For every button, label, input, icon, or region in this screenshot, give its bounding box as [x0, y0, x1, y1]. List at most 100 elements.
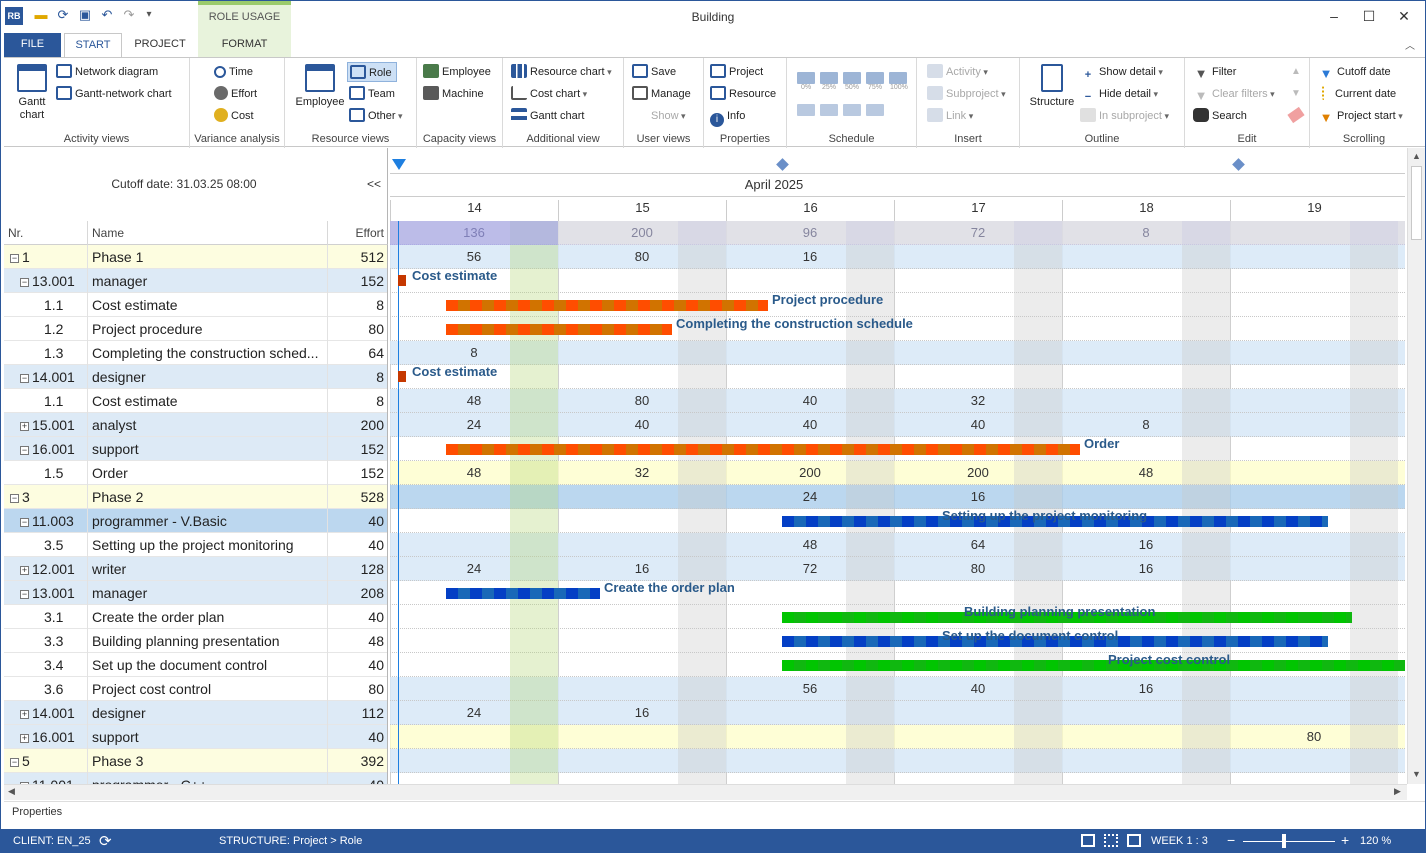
grid-row[interactable]: +16.001 support 40: [4, 725, 387, 749]
collapse-icon[interactable]: −: [10, 494, 19, 503]
column-effort[interactable]: Effort: [328, 221, 388, 245]
cost-button[interactable]: Cost: [214, 106, 254, 126]
capacity-machine-button[interactable]: Machine: [423, 84, 484, 104]
close-button[interactable]: ✕: [1389, 7, 1419, 25]
view-mode-icon[interactable]: [1081, 834, 1095, 847]
maximize-button[interactable]: ☐: [1354, 7, 1384, 25]
ribbon-collapse-icon[interactable]: ︿: [1405, 37, 1415, 52]
grid-row[interactable]: −3 Phase 2 528: [4, 485, 387, 509]
zoom-slider-track[interactable]: [1243, 841, 1335, 842]
insert-link-button[interactable]: Link: [927, 106, 973, 126]
sort-ascending-icon[interactable]: ▲: [1291, 66, 1301, 77]
progress-75-icon[interactable]: [866, 72, 884, 84]
gantt-bar[interactable]: [398, 371, 406, 382]
gantt-network-button[interactable]: Gantt-network chart: [56, 84, 172, 104]
link-tasks-icon[interactable]: [843, 104, 861, 116]
view-mode-grid-icon[interactable]: [1127, 834, 1141, 847]
grid-row[interactable]: 1.3 Completing the construction sched... 6…: [4, 341, 387, 365]
grid-row[interactable]: −11.001programmer - C++40: [4, 773, 387, 784]
cutoff-marker-icon[interactable]: [392, 159, 406, 170]
expand-icon[interactable]: +: [20, 710, 29, 719]
gantt-chart-area[interactable]: 1362009672856801684880403224404040848322…: [390, 221, 1405, 784]
collapse-icon[interactable]: −: [10, 758, 19, 767]
project-properties-button[interactable]: Project: [710, 62, 763, 82]
show-view-button[interactable]: Show: [632, 106, 686, 126]
grid-row[interactable]: −13.001 manager 152: [4, 269, 387, 293]
network-diagram-button[interactable]: Network diagram: [56, 62, 158, 82]
grid-row[interactable]: 3.5 Setting up the project monitoring 40: [4, 533, 387, 557]
grid-row[interactable]: 3.3 Building planning presentation 48: [4, 629, 387, 653]
team-view-button[interactable]: Team: [349, 84, 395, 104]
progress-0-icon[interactable]: [797, 72, 815, 84]
cost-chart-button[interactable]: Cost chart: [511, 84, 587, 104]
tab-file[interactable]: FILE: [4, 33, 61, 57]
collapse-grid-button[interactable]: <<: [367, 177, 381, 191]
grid-row[interactable]: 1.1 Cost estimate 8: [4, 389, 387, 413]
expand-icon[interactable]: +: [20, 566, 29, 575]
scroll-down-icon[interactable]: ▼: [1412, 769, 1421, 779]
expand-icon[interactable]: +: [20, 734, 29, 743]
insert-subproject-button[interactable]: Subproject: [927, 84, 1006, 104]
scroll-thumb[interactable]: [1411, 166, 1422, 240]
collapse-icon[interactable]: −: [10, 254, 19, 263]
gantt-bar[interactable]: [446, 588, 600, 599]
progress-50-icon[interactable]: [843, 72, 861, 84]
grid-row[interactable]: 1.2 Project procedure 80: [4, 317, 387, 341]
grid-row[interactable]: 1.5 Order 152: [4, 461, 387, 485]
column-nr[interactable]: Nr.: [4, 221, 88, 245]
grid-row[interactable]: +14.001 designer 112: [4, 701, 387, 725]
grid-row[interactable]: +15.001 analyst 200: [4, 413, 387, 437]
properties-panel-tab[interactable]: Properties: [4, 801, 1425, 829]
search-button[interactable]: Search: [1193, 106, 1247, 126]
capacity-employee-button[interactable]: Employee: [423, 62, 491, 82]
gantt-bar[interactable]: [446, 444, 1080, 455]
show-detail-button[interactable]: + Show detail: [1080, 62, 1163, 82]
other-view-button[interactable]: Other: [349, 106, 403, 126]
tab-project[interactable]: PROJECT: [127, 33, 193, 57]
grid-row[interactable]: −5 Phase 3 392: [4, 749, 387, 773]
gantt-bar[interactable]: [446, 324, 672, 335]
grid-row[interactable]: −16.001 support 152: [4, 437, 387, 461]
progress-100-icon[interactable]: [889, 72, 907, 84]
gantt-chart-button[interactable]: Gantt chart: [10, 64, 54, 122]
move-left-icon[interactable]: [797, 104, 815, 116]
time-button[interactable]: Time: [214, 62, 253, 82]
manage-view-button[interactable]: Manage: [632, 84, 691, 104]
grid-row[interactable]: −11.003 programmer - V.Basic 40: [4, 509, 387, 533]
unlink-tasks-icon[interactable]: [866, 104, 884, 116]
collapse-icon[interactable]: −: [20, 374, 29, 383]
move-right-icon[interactable]: [820, 104, 838, 116]
grid-row[interactable]: 1.1 Cost estimate 8: [4, 293, 387, 317]
collapse-icon[interactable]: −: [20, 446, 29, 455]
grid-row[interactable]: −14.001 designer 8: [4, 365, 387, 389]
scroll-right-icon[interactable]: ▶: [1394, 786, 1401, 797]
current-date-button[interactable]: Current date: [1318, 84, 1396, 104]
eraser-icon[interactable]: [1287, 106, 1305, 124]
zoom-out-button[interactable]: −: [1227, 832, 1235, 848]
gantt-bar[interactable]: [446, 300, 768, 311]
progress-25-icon[interactable]: [820, 72, 838, 84]
save-view-button[interactable]: Save: [632, 62, 676, 82]
expand-icon[interactable]: +: [20, 422, 29, 431]
role-view-button[interactable]: Role: [347, 62, 397, 82]
filter-button[interactable]: ▼ Filter: [1193, 62, 1237, 82]
employee-view-button[interactable]: Employee: [293, 64, 347, 109]
grid-row[interactable]: 3.1 Create the order plan 40: [4, 605, 387, 629]
insert-activity-button[interactable]: Activity: [927, 62, 988, 82]
in-subproject-button[interactable]: In subproject: [1080, 106, 1169, 126]
hide-detail-button[interactable]: − Hide detail: [1080, 84, 1158, 104]
scroll-up-icon[interactable]: ▲: [1412, 151, 1421, 161]
collapse-icon[interactable]: −: [20, 278, 29, 287]
info-button[interactable]: i Info: [710, 106, 745, 127]
sort-descending-icon[interactable]: ▼: [1291, 88, 1301, 99]
horizontal-scrollbar[interactable]: ◀ ▶: [4, 784, 1407, 800]
clear-filters-button[interactable]: ▼ Clear filters: [1193, 84, 1275, 104]
structure-button[interactable]: Structure: [1024, 64, 1080, 109]
zoom-slider-thumb[interactable]: [1282, 834, 1286, 848]
tab-format[interactable]: FORMAT: [198, 33, 291, 57]
gantt-bar[interactable]: [782, 660, 1405, 671]
vertical-scrollbar[interactable]: ▲ ▼: [1407, 148, 1425, 784]
grid-row[interactable]: −1 Phase 1 512: [4, 245, 387, 269]
collapse-icon[interactable]: −: [20, 590, 29, 599]
sync-icon[interactable]: ⟳: [99, 832, 112, 850]
